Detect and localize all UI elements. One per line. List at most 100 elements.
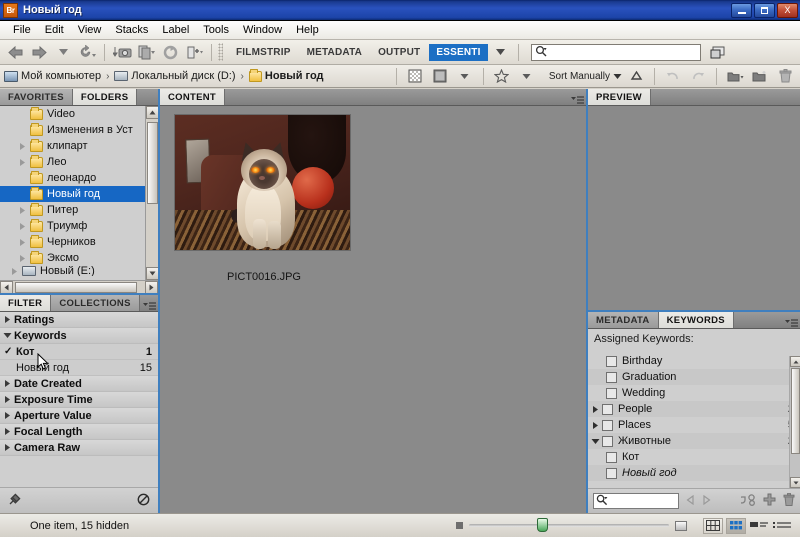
tab-keywords[interactable]: KEYWORDS xyxy=(659,312,734,328)
large-thumbnail-icon[interactable] xyxy=(675,521,687,531)
siamese-cat-photo[interactable] xyxy=(174,114,351,251)
plus-icon[interactable] xyxy=(763,493,776,509)
chevron-down-icon[interactable] xyxy=(0,332,14,339)
workspace-essentials[interactable]: ESSENTI xyxy=(429,44,487,61)
tab-filter[interactable]: FILTER xyxy=(0,295,51,311)
folder-tree-item[interactable]: Новый (E:) xyxy=(0,266,145,276)
chevron-right-icon[interactable] xyxy=(8,266,20,276)
menu-stacks[interactable]: Stacks xyxy=(108,22,155,38)
menu-label[interactable]: Label xyxy=(155,22,196,38)
chevron-right-icon[interactable] xyxy=(588,405,602,414)
sort-dropdown[interactable]: Sort Manually xyxy=(549,71,622,82)
folder-tree-item[interactable]: клипарт xyxy=(0,138,145,154)
close-button[interactable]: X xyxy=(777,3,798,18)
redo-icon[interactable] xyxy=(687,66,709,87)
filter-checkerboard-icon[interactable] xyxy=(404,66,426,87)
folders-vertical-scrollbar[interactable] xyxy=(145,106,158,280)
chevron-right-icon[interactable] xyxy=(16,252,28,264)
keyword-checkbox[interactable] xyxy=(606,372,617,383)
chevron-right-icon[interactable] xyxy=(588,421,602,430)
filter-group-date-created[interactable]: Date Created xyxy=(0,376,158,392)
chevron-right-icon[interactable] xyxy=(0,395,14,404)
tab-folders[interactable]: FOLDERS xyxy=(73,89,138,105)
filter-group-keywords[interactable]: Keywords xyxy=(0,328,158,344)
folders-horizontal-scrollbar[interactable] xyxy=(0,280,158,294)
thumbnail-item[interactable]: PICT0016.JPG xyxy=(174,114,354,283)
chevron-down-icon[interactable] xyxy=(52,42,74,63)
keyword-checkbox[interactable] xyxy=(606,468,617,479)
chevron-right-icon[interactable] xyxy=(0,379,14,388)
folder-tree[interactable]: Video Изменения в Уст клипарт Лео xyxy=(0,106,145,280)
pin-icon[interactable] xyxy=(8,493,21,509)
keywords-vertical-scrollbar[interactable] xyxy=(789,356,800,488)
keyword-search-input[interactable] xyxy=(593,493,679,509)
list-view-button[interactable] xyxy=(749,518,769,534)
chevron-right-icon[interactable] xyxy=(16,140,28,152)
compact-list-view-button[interactable] xyxy=(772,518,792,534)
keyword-item-animals[interactable]: Животные 2 xyxy=(588,433,800,449)
search-input[interactable] xyxy=(531,44,701,61)
undo-icon[interactable] xyxy=(662,66,684,87)
keywords-list[interactable]: Assigned Keywords: Birthday Graduation W… xyxy=(588,329,800,488)
menu-view[interactable]: View xyxy=(71,22,109,38)
splitter-right[interactable] xyxy=(586,89,588,513)
filter-items-icon[interactable] xyxy=(429,66,451,87)
preview-image-area[interactable] xyxy=(588,106,800,311)
chevron-right-icon[interactable] xyxy=(16,236,28,248)
menu-tools[interactable]: Tools xyxy=(196,22,236,38)
star-chevron-down-icon[interactable] xyxy=(516,66,538,87)
keyword-checkbox[interactable] xyxy=(606,452,617,463)
open-folder-icon[interactable] xyxy=(724,66,746,87)
new-sub-keyword-icon[interactable] xyxy=(741,494,756,509)
keyword-item[interactable]: Birthday xyxy=(588,353,800,369)
workspace-chevron-down-icon[interactable] xyxy=(490,42,512,63)
splitter-right-horizontal[interactable] xyxy=(588,310,800,312)
folder-tree-item[interactable]: Лео xyxy=(0,154,145,170)
star-rating-icon[interactable] xyxy=(491,66,513,87)
filter-group-ratings[interactable]: Ratings xyxy=(0,312,158,328)
get-photos-from-camera-icon[interactable] xyxy=(111,42,133,63)
folder-tree-item[interactable]: Черников xyxy=(0,234,145,250)
keyword-search-field[interactable] xyxy=(610,496,670,507)
folders-hscroll-thumb[interactable] xyxy=(15,282,137,293)
splitter-left[interactable] xyxy=(158,89,160,513)
menu-edit[interactable]: Edit xyxy=(38,22,71,38)
filter-keyword-item[interactable]: Новый год 15 xyxy=(0,360,158,376)
chevron-right-icon[interactable] xyxy=(16,220,28,232)
keyword-checkbox[interactable] xyxy=(602,404,613,415)
minimize-button[interactable] xyxy=(731,3,752,18)
menu-help[interactable]: Help xyxy=(289,22,326,38)
workspace-metadata[interactable]: METADATA xyxy=(300,44,369,61)
window-layout-icon[interactable] xyxy=(707,42,729,63)
left-triangle-icon[interactable] xyxy=(686,495,695,508)
trash-icon[interactable] xyxy=(783,493,795,509)
maximize-button[interactable] xyxy=(754,3,775,18)
tab-metadata[interactable]: METADATA xyxy=(588,312,659,328)
filter-items-chevron-down-icon[interactable] xyxy=(454,66,476,87)
filter-group-exposure-time[interactable]: Exposure Time xyxy=(0,392,158,408)
filter-groups-list[interactable]: Ratings Keywords ✓ Кот 1 Новый год 15 xyxy=(0,312,158,487)
menu-window[interactable]: Window xyxy=(236,22,289,38)
tab-preview[interactable]: PREVIEW xyxy=(588,89,651,105)
workspace-output[interactable]: OUTPUT xyxy=(371,44,427,61)
rotate-refresh-icon[interactable] xyxy=(159,42,181,63)
filter-group-aperture-value[interactable]: Aperture Value xyxy=(0,408,158,424)
keyword-item[interactable]: Graduation xyxy=(588,369,800,385)
scroll-down-arrow[interactable] xyxy=(790,477,800,488)
folders-scroll-thumb[interactable] xyxy=(147,122,158,204)
folder-tree-item-selected[interactable]: Новый год xyxy=(0,186,145,202)
tab-content[interactable]: CONTENT xyxy=(160,89,225,105)
folder-tree-item[interactable]: Изменения в Уст xyxy=(0,122,145,138)
chevron-down-icon[interactable] xyxy=(588,438,602,445)
scroll-up-arrow[interactable] xyxy=(790,356,800,367)
search-field[interactable] xyxy=(550,47,700,58)
tab-favorites[interactable]: FAVORITES xyxy=(0,89,73,105)
new-folder-toolbar-icon[interactable] xyxy=(749,66,771,87)
keyword-item-people[interactable]: People 2 xyxy=(588,401,800,417)
recent-history-icon[interactable] xyxy=(76,42,98,63)
chevron-right-icon[interactable] xyxy=(0,411,14,420)
folder-tree-item[interactable]: леонардо xyxy=(0,170,145,186)
new-folder-icon[interactable] xyxy=(183,42,205,63)
panel-menu-icon[interactable] xyxy=(782,319,800,328)
filter-keyword-item[interactable]: ✓ Кот 1 xyxy=(0,344,158,360)
